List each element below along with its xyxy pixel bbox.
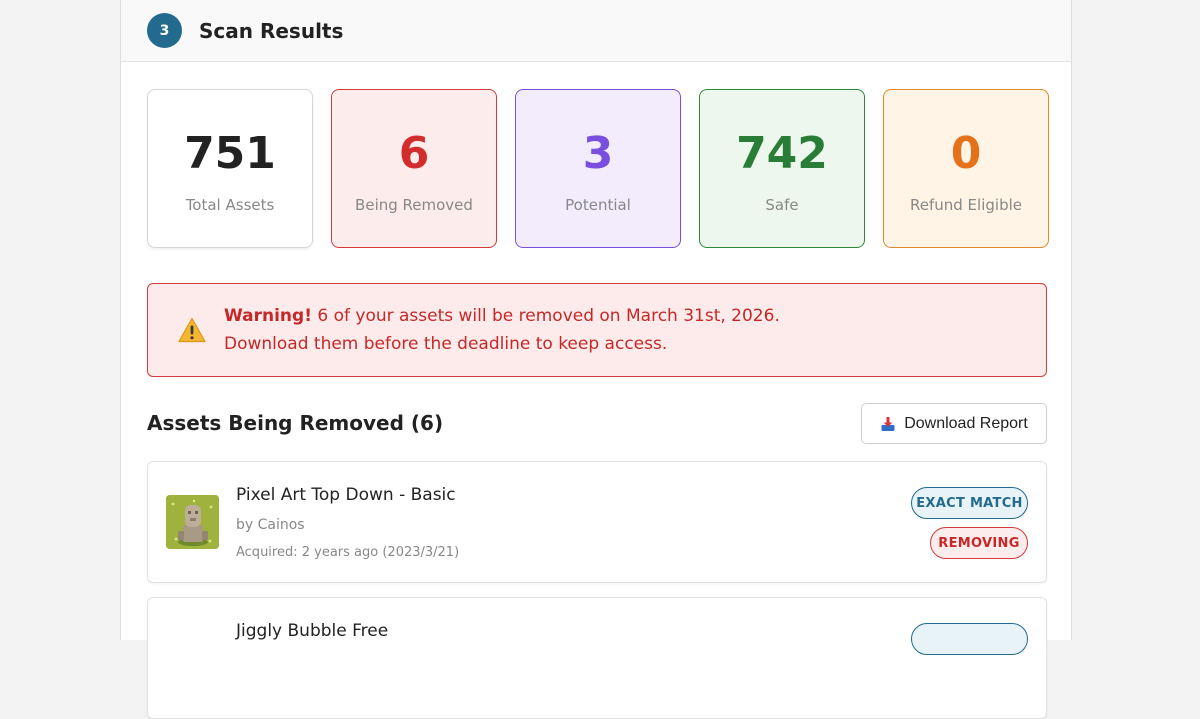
warning-banner: Warning! 6 of your assets will be remove… bbox=[147, 283, 1047, 377]
stat-card-being-removed[interactable]: 6 Being Removed bbox=[331, 89, 497, 248]
asset-card[interactable]: Jiggly Bubble Free bbox=[147, 597, 1047, 719]
stat-label: Refund Eligible bbox=[910, 196, 1022, 214]
stat-value: 3 bbox=[582, 128, 614, 179]
download-icon bbox=[881, 416, 895, 431]
stat-card-safe[interactable]: 742 Safe bbox=[699, 89, 865, 248]
section-title: Assets Being Removed (6) bbox=[147, 411, 444, 435]
stat-label: Potential bbox=[565, 196, 631, 214]
warning-line-1: 6 of your assets will be removed on Marc… bbox=[311, 306, 780, 326]
stats-row: 751 Total Assets 6 Being Removed 3 Poten… bbox=[147, 89, 1049, 248]
panel-header: 3 Scan Results bbox=[121, 0, 1071, 62]
stat-value: 0 bbox=[950, 128, 982, 179]
download-report-button[interactable]: Download Report bbox=[861, 403, 1047, 444]
asset-card[interactable]: Pixel Art Top Down - Basic by Cainos Acq… bbox=[147, 461, 1047, 583]
stat-card-refund-eligible[interactable]: 0 Refund Eligible bbox=[883, 89, 1049, 248]
stat-label: Safe bbox=[765, 196, 799, 214]
asset-name[interactable]: Pixel Art Top Down - Basic bbox=[236, 485, 456, 505]
download-report-label: Download Report bbox=[904, 414, 1028, 432]
stat-card-potential[interactable]: 3 Potential bbox=[515, 89, 681, 248]
stat-label: Total Assets bbox=[185, 196, 275, 214]
stat-value: 742 bbox=[736, 128, 828, 179]
exact-match-badge bbox=[911, 623, 1028, 655]
warning-line-2: Download them before the deadline to kee… bbox=[224, 334, 668, 354]
warning-strong: Warning! bbox=[224, 306, 312, 326]
stat-label: Being Removed bbox=[355, 196, 473, 214]
asset-name[interactable]: Jiggly Bubble Free bbox=[236, 621, 388, 641]
page-title: Scan Results bbox=[199, 18, 344, 43]
asset-thumbnail bbox=[166, 495, 219, 549]
removing-badge: REMOVING bbox=[930, 527, 1028, 559]
exact-match-badge: EXACT MATCH bbox=[911, 487, 1028, 519]
asset-author: by Cainos bbox=[236, 517, 305, 533]
warning-text: Warning! 6 of your assets will be remove… bbox=[224, 302, 780, 358]
scan-results-panel: 3 Scan Results 751 Total Assets 6 Being … bbox=[120, 0, 1072, 719]
stat-value: 751 bbox=[184, 128, 276, 179]
stat-card-total: 751 Total Assets bbox=[147, 89, 313, 248]
warning-icon bbox=[178, 317, 206, 343]
step-badge: 3 bbox=[147, 13, 182, 48]
statue-thumbnail-icon bbox=[166, 495, 219, 549]
stat-value: 6 bbox=[398, 128, 430, 179]
asset-acquired: Acquired: 2 years ago (2023/3/21) bbox=[236, 545, 460, 560]
